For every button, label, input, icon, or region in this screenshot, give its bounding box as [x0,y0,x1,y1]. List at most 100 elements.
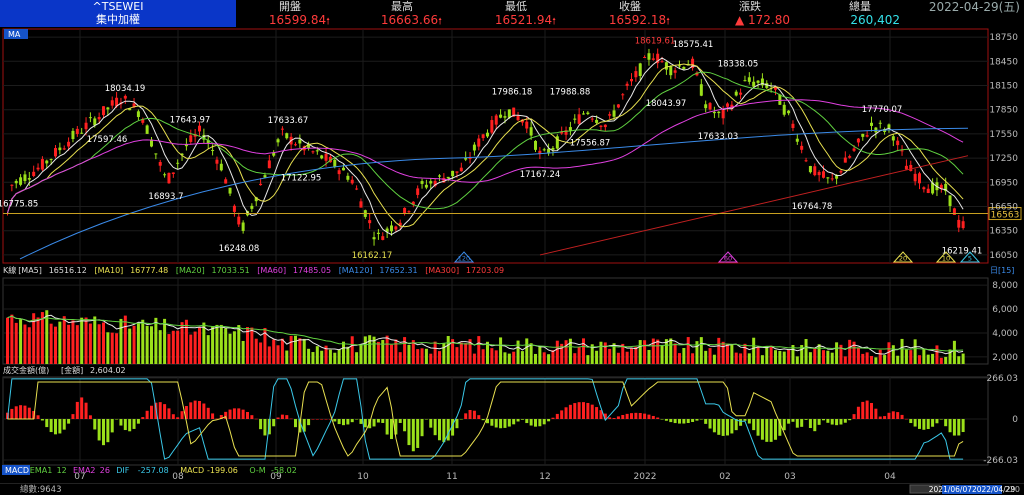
volume-bar [385,335,389,364]
volume-bar [808,352,812,364]
price-y-tick: 18150 [989,81,1018,91]
volume-bar [643,340,647,364]
candle-body [704,104,708,109]
macd-histogram-bar [726,419,729,436]
symbol-box[interactable]: ^TSEWEI 集中加權 [0,0,236,27]
candle-body [71,130,75,140]
volume-bar [158,330,162,364]
volume-bar [765,345,769,364]
candle-body [948,195,952,206]
volume-bar [922,349,926,364]
macd-histogram-bar [132,419,136,429]
candle-body [616,104,620,108]
macd-y-tick: 0 [1012,415,1018,425]
macd-histogram-bar [102,419,105,446]
ma-badge-label: 120 [458,255,470,263]
candle-body [381,236,385,240]
candle-body [350,179,354,184]
candle-body [625,83,629,86]
candle-body [294,144,297,146]
macd-histogram-bar [656,417,660,419]
candle-body [372,237,376,240]
volume-bar [603,342,607,364]
price-annotation: 17597.46 [87,135,128,145]
price-annotation: 17633.03 [698,132,739,142]
macd-histogram-bar [678,419,681,424]
volume-bar [507,353,511,364]
price-annotation: 17556.87 [570,138,611,148]
ma-legend-item: [MA300] [425,266,459,275]
macd-histogram-bar [760,419,764,440]
macd-histogram-bar [171,414,175,419]
price-panel[interactable]: MA1656318034.1917597.4617643.97 17633.671… [0,29,1022,275]
macd-histogram-bar [228,409,232,419]
macd-histogram-bar [75,401,79,419]
volume-bar [856,347,860,364]
symbol-code: ^TSEWEI [92,0,144,13]
volume-bar [442,342,446,364]
macd-histogram-bar [625,413,629,419]
candle-body [455,171,459,173]
volume-bar [486,341,489,364]
macd-histogram-bar [795,419,799,428]
macd-histogram-bar [520,419,524,420]
footer-total: 總數:9643 [20,484,62,495]
macd-histogram-bar [163,404,167,419]
volume-bar [232,331,236,364]
volume-bar [874,357,878,364]
macd-y-tick: -266.03 [983,456,1018,466]
candle-body [224,179,228,184]
candle-body [717,111,721,114]
candle-body [507,109,511,118]
macd-legend-item: EMA1 [30,466,53,475]
candle-body [926,188,930,193]
candle-body [577,114,581,124]
candle-body [250,205,254,209]
volume-bar [586,355,590,364]
volume-bar [93,316,97,364]
high-label: 最高 [391,0,413,13]
volume-panel[interactable]: 成交金額(億) [金額] 2,604.02 [3,310,965,375]
volume-bar [446,336,450,364]
macd-histogram-bar [237,408,241,419]
price-y-tick: 17850 [989,106,1018,116]
macd-histogram-bar [62,419,66,430]
candle-body [891,136,895,141]
macd-histogram-bar [468,409,472,419]
volume-bar [656,339,660,364]
volume-bar [102,322,105,364]
macd-histogram-bar [128,419,132,432]
candle-body [333,159,337,167]
volume-bar [88,323,92,364]
macd-histogram-bar [23,405,27,419]
ma-legend-item: [MA10] [95,266,124,275]
price-annotation: 18043.97 [646,99,687,109]
macd-histogram-bar [337,419,341,425]
macd-panel[interactable]: MACD EMA1 12 EMA2 26 DIF -257.08 MACD -199.06 O-M… [2,378,965,475]
macd-legend-item: O-M [249,466,265,475]
candle-body [808,166,812,173]
volume-bar [246,327,249,364]
macd-histogram-bar [769,419,773,442]
candle-body [446,176,450,179]
volume-bar [830,352,834,364]
macd-histogram-bar [416,419,420,448]
volume-bar [455,347,459,364]
candle-body [712,111,716,114]
price-annotation: 17986.18 [492,88,533,98]
macd-histogram-bar [438,419,441,441]
macd-histogram-bar [843,419,847,423]
macd-histogram-bar [878,416,882,419]
volume-bar [686,337,690,364]
footer-count: 220 [1005,485,1020,494]
ma-badge-label: 20 [899,255,907,263]
chart-area[interactable]: MA1656318034.1917597.4617643.97 17633.671… [0,27,1024,495]
macd-histogram-bar [93,419,97,430]
candle-body [424,184,428,188]
macd-histogram-bar [931,419,935,427]
macd-histogram-bar [551,417,555,419]
candle-body [342,167,345,171]
volume-bar [804,339,808,364]
macd-legend-item: MACD [180,466,204,475]
macd-histogram-bar [119,419,123,426]
